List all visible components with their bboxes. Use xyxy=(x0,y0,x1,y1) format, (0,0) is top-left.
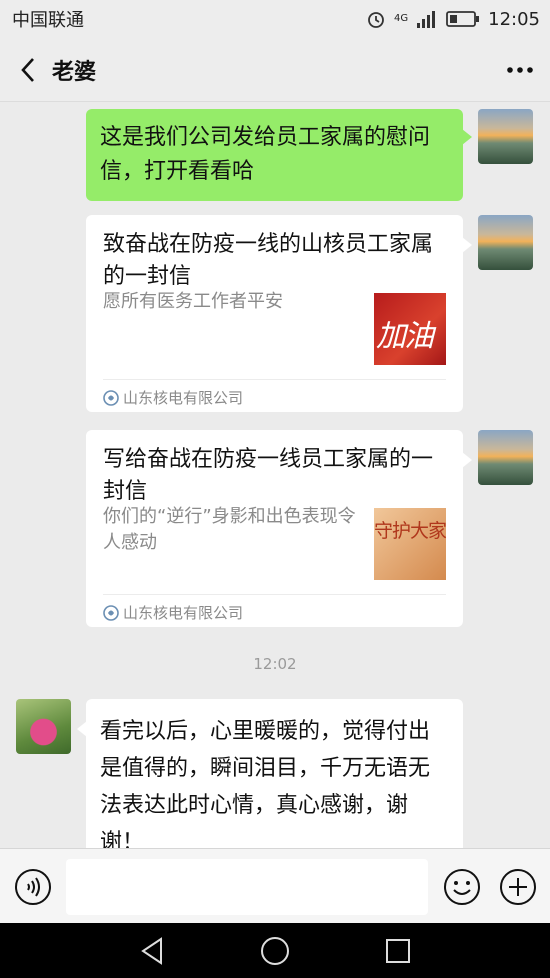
voice-button[interactable] xyxy=(14,868,52,906)
avatar[interactable] xyxy=(478,430,533,485)
more-button[interactable] xyxy=(490,38,550,102)
card-description: 你们的“逆行”身影和出色表现令人感动 xyxy=(103,506,356,553)
plus-icon xyxy=(500,869,536,905)
signal-icon xyxy=(417,11,436,28)
timestamp: 12:02 xyxy=(253,655,297,673)
nav-recent-button[interactable] xyxy=(382,935,414,967)
avatar[interactable] xyxy=(478,109,533,164)
alarm-icon xyxy=(368,12,384,28)
nav-back-icon xyxy=(141,937,162,965)
message-text: 看完以后，心里暖暖的，觉得付出是值得的，瞬间泪目，千万无语无法表达此时心情，真心… xyxy=(100,719,431,848)
nav-back-button[interactable] xyxy=(137,935,169,967)
message-text: 这是我们公司发给员工家属的慰问信，打开看看哈 xyxy=(100,125,431,184)
carrier-label: 中国联通 xyxy=(12,10,84,31)
more-actions-button[interactable] xyxy=(499,868,537,906)
link-card[interactable]: 写给奋战在防疫一线员工家属的一封信 你们的“逆行”身影和出色表现令人感动 守护大… xyxy=(86,430,472,627)
link-card[interactable]: 致奋战在防疫一线的山核员工家属的一封信 愿所有医务工作者平安 加油 山东核电有限… xyxy=(86,215,472,412)
nav-recent-icon xyxy=(386,939,410,963)
nav-home-button[interactable] xyxy=(259,935,291,967)
battery-icon xyxy=(446,11,480,27)
nav-home-icon xyxy=(261,937,289,965)
status-icons: 4G 12:05 xyxy=(366,9,540,30)
input-bar xyxy=(0,848,550,923)
chevron-left-icon xyxy=(21,57,34,82)
card-thumbnail: 加油 xyxy=(374,293,446,365)
more-dots-icon xyxy=(507,66,533,73)
card-source: 山东核电有限公司 xyxy=(103,387,243,408)
emoji-button[interactable] xyxy=(443,868,481,906)
avatar[interactable] xyxy=(16,699,71,754)
clock-label: 12:05 xyxy=(488,8,540,30)
card-description: 愿所有医务工作者平安 xyxy=(103,291,283,312)
avatar[interactable] xyxy=(478,215,533,270)
thumbnail-text: 守护大家 xyxy=(374,520,446,542)
thumbnail-text: 加油 xyxy=(376,319,434,354)
message-bubble-sent[interactable]: 这是我们公司发给员工家属的慰问信，打开看看哈 xyxy=(86,109,472,201)
card-divider xyxy=(103,379,446,380)
card-source: 山东核电有限公司 xyxy=(103,602,243,623)
network-label: 4G xyxy=(394,13,409,24)
card-divider xyxy=(103,594,446,595)
status-bar: 中国联通 4G 12:05 xyxy=(0,0,550,38)
message-list[interactable]: 这是我们公司发给员工家属的慰问信，打开看看哈 致奋战在防疫一线的山核员工家属的一… xyxy=(0,103,550,848)
company-logo-icon xyxy=(103,604,119,621)
chat-title: 老婆 xyxy=(52,59,97,85)
chat-header: 老婆 xyxy=(0,38,550,102)
message-input[interactable] xyxy=(66,859,428,915)
source-name: 山东核电有限公司 xyxy=(123,389,244,407)
card-title: 致奋战在防疫一线的山核员工家属的一封信 xyxy=(103,232,434,289)
card-thumbnail: 守护大家 xyxy=(374,508,446,580)
emoji-icon xyxy=(444,869,480,905)
back-button[interactable] xyxy=(0,38,56,102)
voice-icon xyxy=(15,869,51,905)
company-logo-icon xyxy=(103,389,119,406)
system-nav-bar xyxy=(0,923,550,978)
message-bubble-received[interactable]: 看完以后，心里暖暖的，觉得付出是值得的，瞬间泪目，千万无语无法表达此时心情，真心… xyxy=(77,699,463,848)
card-title: 写给奋战在防疫一线员工家属的一封信 xyxy=(103,447,434,504)
source-name: 山东核电有限公司 xyxy=(123,604,244,622)
